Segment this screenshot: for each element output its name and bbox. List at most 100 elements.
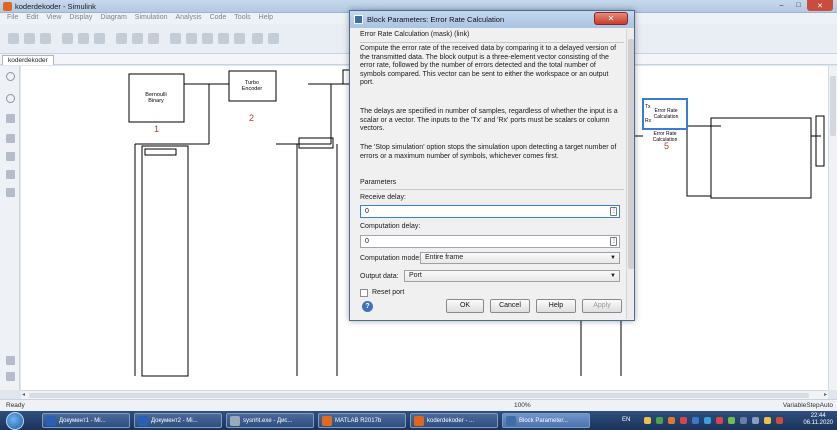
edit-icon[interactable]: ⋮ (610, 207, 617, 216)
network-icon[interactable] (728, 417, 735, 424)
record-icon[interactable] (252, 33, 263, 44)
arrow-icon[interactable] (6, 134, 15, 143)
output-data-label: Output data: (360, 273, 399, 280)
menu-tools[interactable]: Tools (230, 13, 254, 24)
maximize-button[interactable]: □ (790, 0, 807, 11)
image-icon[interactable] (6, 170, 15, 179)
display-subsystem[interactable] (710, 117, 812, 199)
back-icon[interactable] (62, 33, 73, 44)
tray-icon[interactable] (704, 417, 711, 424)
stop-icon[interactable] (234, 33, 245, 44)
menu-simulation[interactable]: Simulation (131, 13, 172, 24)
computation-delay-field[interactable]: 0 ⋮ (360, 235, 620, 248)
tray-icon[interactable] (716, 417, 723, 424)
taskbar-item-label: Документ2 - Mi... (151, 417, 198, 424)
signal-line[interactable] (686, 126, 711, 197)
explorer-icon[interactable] (6, 372, 15, 381)
apply-button[interactable]: Apply (582, 299, 622, 313)
forward-icon[interactable] (78, 33, 89, 44)
menu-help[interactable]: Help (255, 13, 277, 24)
annotation-icon[interactable] (6, 152, 15, 161)
menu-display[interactable]: Display (65, 13, 96, 24)
help-icon[interactable]: ? (362, 301, 373, 312)
save-icon[interactable] (40, 33, 51, 44)
model-settings-icon[interactable] (116, 33, 127, 44)
scope-icon[interactable] (268, 33, 279, 44)
tray-icon[interactable] (668, 417, 675, 424)
menu-analysis[interactable]: Analysis (171, 13, 205, 24)
tray-icon[interactable] (692, 417, 699, 424)
taskbar-item-block-parameters[interactable]: Block Parameter... (502, 413, 590, 428)
computation-mode-value: Entire frame (425, 254, 464, 261)
sink-block[interactable] (815, 115, 825, 167)
start-button[interactable] (6, 412, 24, 430)
menu-code[interactable]: Code (206, 13, 231, 24)
clock-date: 06.11.2020 (803, 420, 833, 426)
dialog-scroll-thumb[interactable] (628, 39, 634, 269)
gear-icon[interactable] (132, 33, 143, 44)
fit-view-icon[interactable] (6, 114, 15, 123)
flag-icon[interactable] (776, 417, 783, 424)
output-data-select[interactable]: Port ▼ (404, 270, 620, 282)
receive-delay-field[interactable]: 0 ⋮ (360, 205, 620, 218)
status-bar: Ready 100% VariableStepAuto (0, 399, 837, 411)
scroll-right-icon[interactable]: ▸ (824, 391, 827, 398)
taskbar-item-matlab[interactable]: MATLAB R2017b (318, 413, 406, 428)
close-button[interactable]: ✕ (807, 0, 833, 11)
antivirus-icon[interactable] (740, 417, 747, 424)
dialog-close-button[interactable]: ✕ (594, 12, 628, 25)
taskbar-item-koderdekoder[interactable]: koderdekoder - ... (410, 413, 498, 428)
clock[interactable]: 22:44 06.11.2020 (803, 413, 833, 427)
tab-koderdekoder[interactable]: koderdekoder (2, 55, 54, 65)
ok-button[interactable]: OK (446, 299, 484, 313)
taskbar-item-label: sysnht.exe - Дис... (243, 417, 293, 424)
library-icon[interactable] (148, 33, 159, 44)
step-back-icon[interactable] (170, 33, 181, 44)
area-icon[interactable] (6, 188, 15, 197)
bernoulli-label-2: Binary (148, 98, 164, 104)
divider (360, 189, 624, 190)
menu-diagram[interactable]: Diagram (96, 13, 130, 24)
description-paragraph-1: Compute the error rate of the received d… (360, 45, 617, 87)
reset-port-checkbox[interactable] (360, 289, 368, 297)
zoom-icon[interactable] (6, 94, 15, 103)
run-icon[interactable] (202, 33, 213, 44)
open-icon[interactable] (24, 33, 35, 44)
signal-icon[interactable] (752, 417, 759, 424)
taskbar-item-word2[interactable]: Документ2 - Mi... (134, 413, 222, 428)
menu-view[interactable]: View (42, 13, 65, 24)
status-zoom: 100% (514, 402, 531, 409)
menu-edit[interactable]: Edit (22, 13, 42, 24)
volume-icon[interactable] (764, 417, 771, 424)
dialog-titlebar[interactable]: Block Parameters: Error Rate Calculation… (350, 11, 634, 28)
output-data-value: Port (409, 272, 422, 279)
edit-icon[interactable]: ⋮ (610, 237, 617, 246)
model-browser-icon[interactable] (6, 356, 15, 365)
help-button[interactable]: Help (536, 299, 576, 313)
hscroll-thumb[interactable] (29, 393, 809, 398)
computation-mode-select[interactable]: Entire frame ▼ (420, 252, 620, 264)
tray-icon[interactable] (656, 417, 663, 424)
tray-icon[interactable] (644, 417, 651, 424)
hide-palette-icon[interactable] (6, 72, 15, 81)
minimize-button[interactable]: – (773, 0, 790, 11)
dialog-scrollbar[interactable] (626, 29, 634, 319)
block-parameters-dialog: Block Parameters: Error Rate Calculation… (349, 10, 635, 321)
tray-icon[interactable] (680, 417, 687, 424)
menu-file[interactable]: File (3, 13, 22, 24)
vscroll-thumb[interactable] (830, 76, 836, 136)
up-icon[interactable] (94, 33, 105, 44)
computation-mode-label: Computation mode: (360, 255, 422, 262)
scroll-left-icon[interactable]: ◂ (22, 391, 25, 398)
subsystem-block[interactable] (298, 137, 334, 149)
canvas-horizontal-scrollbar[interactable]: ◂ ▸ (21, 390, 828, 399)
step-icon[interactable] (186, 33, 197, 44)
taskbar-item-word1[interactable]: Документ1 - Mi... (42, 413, 130, 428)
canvas-vertical-scrollbar[interactable] (828, 66, 837, 390)
step-forward-icon[interactable] (218, 33, 229, 44)
new-model-icon[interactable] (8, 33, 19, 44)
language-indicator[interactable]: EN (622, 417, 630, 423)
cancel-button[interactable]: Cancel (490, 299, 530, 313)
subsystem-block[interactable] (141, 145, 189, 377)
taskbar-item-sysnht[interactable]: sysnht.exe - Дис... (226, 413, 314, 428)
